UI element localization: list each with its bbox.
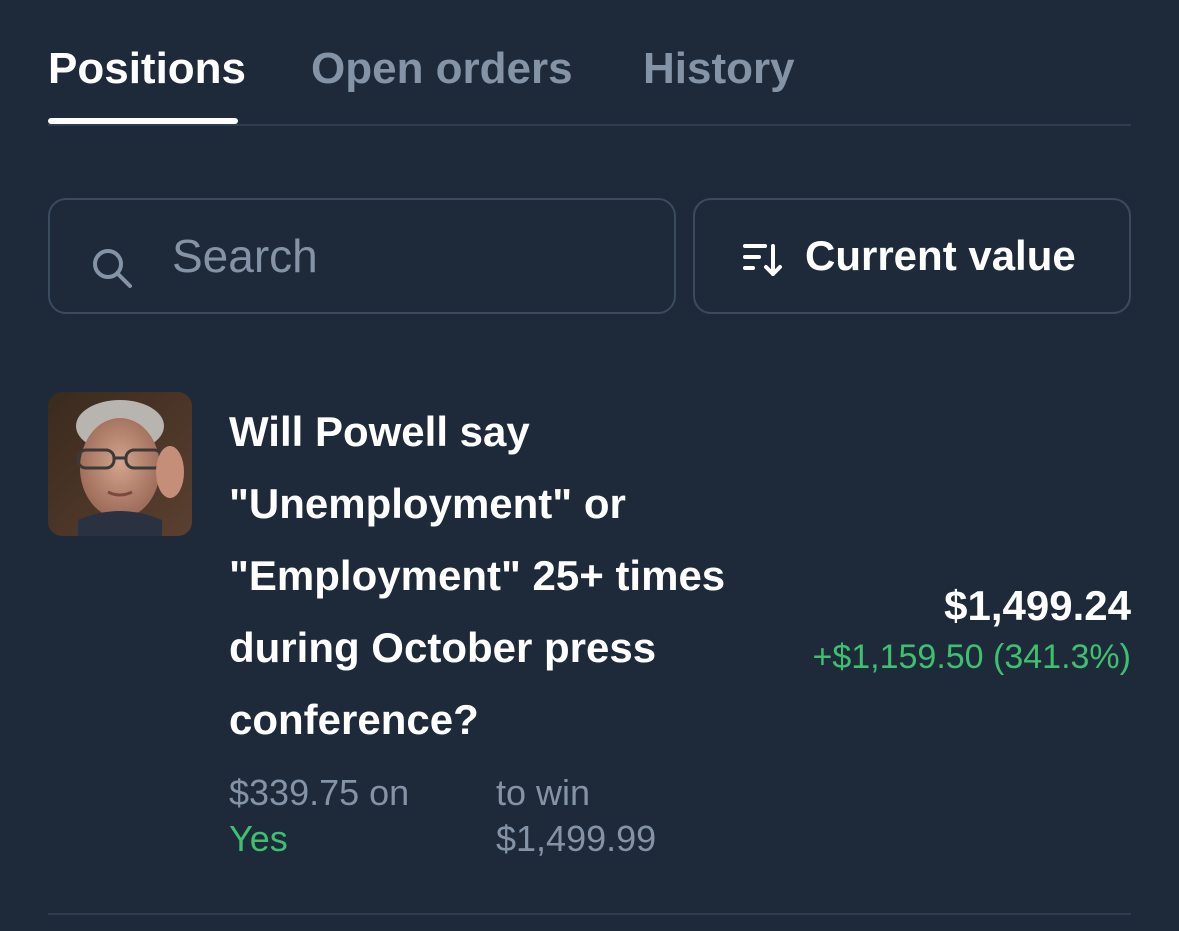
position-payout: to win $1,499.99 bbox=[496, 770, 656, 862]
market-avatar-image bbox=[48, 392, 192, 536]
profit-loss: +$1,159.50 (341.3%) bbox=[812, 638, 1131, 676]
sort-button[interactable]: Current value bbox=[693, 198, 1131, 314]
positions-page: Positions Open orders History Current va… bbox=[0, 0, 1179, 931]
outcome-label: Yes bbox=[229, 818, 288, 859]
market-title: Will Powell say "Unemployment" or "Emplo… bbox=[229, 408, 726, 743]
cost-text: $339.75 on bbox=[229, 772, 410, 813]
search-box[interactable] bbox=[48, 198, 676, 314]
to-win-value: $1,499.99 bbox=[496, 818, 657, 859]
current-value: $1,499.24 bbox=[944, 582, 1131, 629]
position-row[interactable]: Will Powell say "Unemployment" or "Emplo… bbox=[48, 392, 1131, 912]
tab-positions[interactable]: Positions bbox=[48, 40, 246, 124]
row-divider bbox=[48, 913, 1131, 915]
tab-bar: Positions Open orders History bbox=[48, 40, 1131, 126]
to-win-label: to win bbox=[496, 772, 591, 813]
tab-open-orders[interactable]: Open orders bbox=[311, 40, 573, 122]
search-input[interactable] bbox=[172, 226, 642, 286]
sort-descending-icon bbox=[743, 244, 782, 276]
portrait-image bbox=[48, 392, 192, 536]
tab-history[interactable]: History bbox=[643, 40, 795, 122]
position-cost: $339.75 on Yes bbox=[229, 770, 409, 862]
sort-label: Current value bbox=[805, 232, 1076, 279]
search-icon bbox=[93, 249, 132, 288]
